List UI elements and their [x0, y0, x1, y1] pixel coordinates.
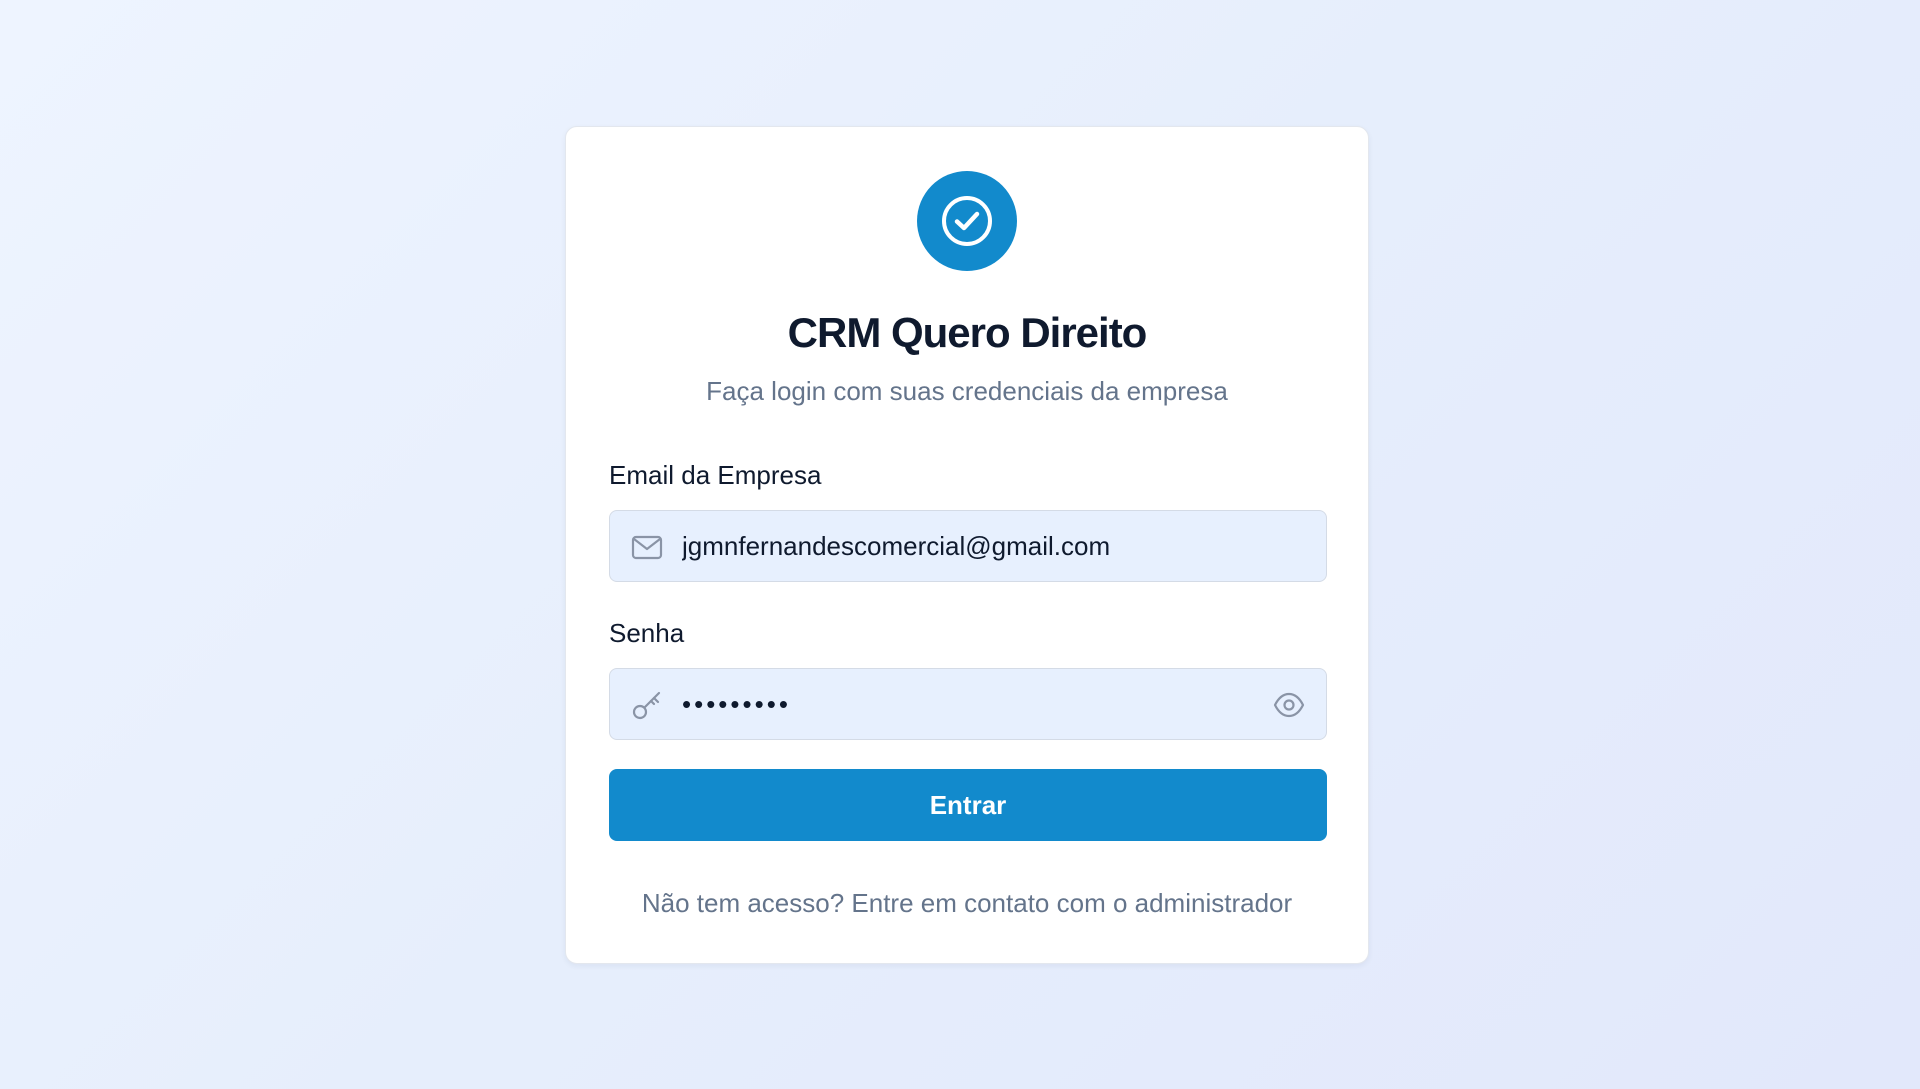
email-label: Email da Empresa: [609, 460, 822, 490]
check-circle-icon: [942, 196, 992, 246]
mail-icon: [631, 535, 663, 560]
eye-icon[interactable]: [1273, 689, 1305, 721]
email-field-container: [609, 510, 1327, 582]
password-field[interactable]: [682, 669, 1242, 739]
submit-button[interactable]: Entrar: [609, 769, 1327, 841]
email-field[interactable]: [682, 511, 1242, 581]
logo: [917, 171, 1017, 271]
footer-help-text: Não tem acesso? Entre em contato com o a…: [641, 888, 1293, 918]
password-field-container: [609, 668, 1327, 740]
key-icon: [632, 691, 661, 720]
page-subtitle: Faça login com suas credenciais da empre…: [706, 376, 1228, 406]
password-label: Senha: [609, 618, 685, 648]
login-card: CRM Quero Direito Faça login com suas cr…: [565, 126, 1369, 964]
page-title: CRM Quero Direito: [787, 309, 1148, 356]
